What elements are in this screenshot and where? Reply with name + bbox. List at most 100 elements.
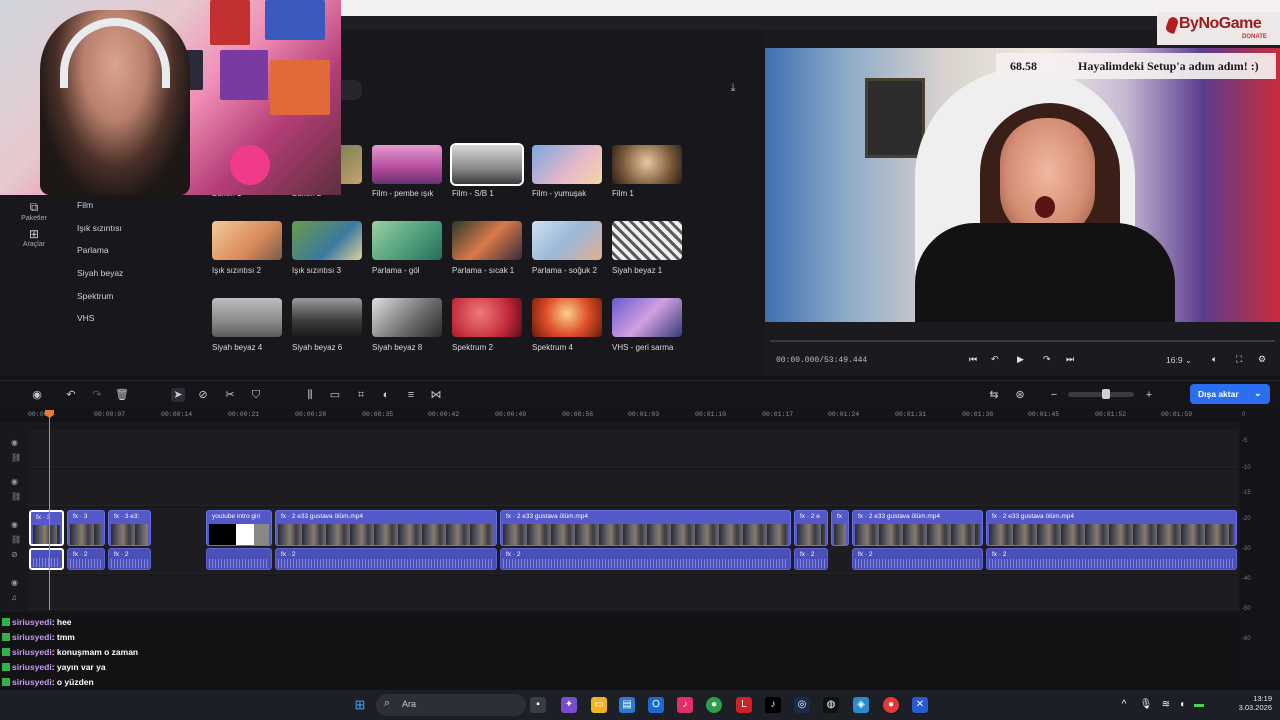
steam-icon[interactable]: ◎	[794, 697, 810, 713]
volume-icon[interactable]: 🔈︎	[1212, 354, 1217, 365]
filter-thumbnail[interactable]	[292, 221, 362, 260]
redo-icon[interactable]: ↷	[90, 388, 104, 402]
trim-tool-icon[interactable]: ⊘	[196, 388, 210, 402]
microphone-icon[interactable]: 🎙︎	[1138, 697, 1154, 713]
audio-clip[interactable]: fx · 2	[986, 548, 1237, 570]
tiktok-icon[interactable]: ♪	[765, 697, 781, 713]
video-clip[interactable]: fx · 2 e33 gustava ölüm.mp4	[275, 510, 497, 546]
filter-thumbnail[interactable]	[532, 145, 602, 184]
magnet-icon[interactable]: ⊛	[1013, 388, 1027, 402]
audio-clip[interactable]: fx · 2	[275, 548, 497, 570]
volume-icon[interactable]: ◖	[1174, 697, 1190, 713]
zoom-in-icon[interactable]: +	[1142, 388, 1156, 402]
chrome-icon[interactable]: ●	[706, 697, 722, 713]
eye-icon[interactable]: ◉	[11, 438, 18, 447]
wifi-icon[interactable]: ≋	[1158, 697, 1174, 713]
audio-clip[interactable]	[29, 548, 64, 570]
app-l-icon[interactable]: L	[736, 697, 752, 713]
github-icon[interactable]: ◍	[823, 697, 839, 713]
video-clip[interactable]: fx · 2 e33 gustava ölüm.mp4	[500, 510, 791, 546]
app-icon[interactable]: ◈	[853, 697, 869, 713]
filter-thumbnail[interactable]	[212, 298, 282, 337]
crop-icon[interactable]: ⌗	[354, 388, 368, 402]
filter-thumbnail[interactable]	[292, 298, 362, 337]
file-explorer-icon[interactable]: ▭	[591, 697, 607, 713]
audio-icon[interactable]: ♫	[11, 593, 17, 602]
filter-thumbnail[interactable]	[532, 298, 602, 337]
filter-thumbnail[interactable]	[532, 221, 602, 260]
outlook-icon[interactable]: O	[648, 697, 664, 713]
category-spectrum[interactable]: Spektrum	[77, 291, 113, 301]
filter-thumbnail[interactable]	[372, 145, 442, 184]
category-glow[interactable]: Parlama	[77, 245, 109, 255]
step-forward-icon[interactable]: ↷	[1043, 354, 1051, 365]
chevron-up-icon[interactable]: ^	[1116, 697, 1132, 713]
transition-icon[interactable]: ⋈	[429, 388, 443, 402]
zoom-slider[interactable]	[1068, 392, 1134, 397]
record-icon[interactable]: ◉	[30, 388, 44, 402]
audio-mix-icon[interactable]: ⇆	[987, 388, 1001, 402]
zoom-slider-handle[interactable]	[1102, 389, 1110, 399]
split-audio-icon[interactable]: ⫼	[303, 388, 317, 402]
video-clip[interactable]: fx · 2 e	[794, 510, 828, 546]
preview-scrub-bar[interactable]	[770, 340, 1275, 342]
taskbar-search[interactable]: ⌕ Ara	[376, 694, 526, 716]
category-vhs[interactable]: VHS	[77, 313, 94, 323]
mute-icon[interactable]: ⊘	[11, 550, 18, 559]
filter-thumbnail[interactable]	[612, 221, 682, 260]
audio-clip[interactable]	[206, 548, 272, 570]
windows-start-icon[interactable]: ⊞	[352, 697, 368, 713]
chevron-down-icon[interactable]: ⌄	[1254, 388, 1262, 399]
video-clip[interactable]: fx · 3	[29, 510, 64, 546]
step-back-icon[interactable]: ↶	[991, 354, 999, 365]
category-light-leak[interactable]: Işık sızıntısı	[77, 223, 122, 233]
skip-back-icon[interactable]: ⏮	[969, 354, 977, 365]
video-clip[interactable]: fx	[831, 510, 849, 546]
lock-icon[interactable]: ⛓	[11, 535, 21, 544]
delete-icon[interactable]: 🗑︎	[115, 388, 129, 402]
video-clip[interactable]: youtube intro giri	[206, 510, 272, 546]
caption-icon[interactable]: ▭	[328, 388, 342, 402]
filter-thumbnail[interactable]	[372, 298, 442, 337]
video-clip[interactable]: fx · 2 e33 gustava ölüm.mp4	[852, 510, 983, 546]
audio-clip[interactable]: fx · 2	[108, 548, 151, 570]
filter-thumbnail-selected[interactable]	[450, 143, 524, 186]
shield-icon[interactable]: ⛉	[249, 388, 263, 402]
audio-clip[interactable]: fx · 2	[500, 548, 791, 570]
skip-forward-icon[interactable]: ⏭	[1066, 354, 1074, 365]
adjust-icon[interactable]: ≡	[404, 388, 418, 402]
eye-icon[interactable]: ◉	[11, 477, 18, 486]
eye-icon[interactable]: ◉	[11, 520, 18, 529]
zoom-out-icon[interactable]: −	[1047, 388, 1061, 402]
task-view-icon[interactable]: ▪	[530, 697, 546, 713]
sidebar-item-araclar[interactable]: ⊞ Araçlar	[14, 227, 54, 248]
filter-thumbnail[interactable]	[452, 221, 522, 260]
sidebar-item-paketler[interactable]: ⧉ Paketler	[14, 200, 54, 222]
playhead[interactable]	[49, 410, 50, 610]
select-tool-icon[interactable]: ➤	[171, 388, 185, 402]
audio-clip[interactable]: fx · 2	[67, 548, 105, 570]
copilot-icon[interactable]: ✦	[561, 697, 577, 713]
video-clip[interactable]: fx · 3 e3:	[108, 510, 151, 546]
eye-icon[interactable]: ◉	[11, 578, 18, 587]
system-clock[interactable]: 13:19 3.03.2026	[1226, 694, 1272, 712]
filter-thumbnail[interactable]	[212, 221, 282, 260]
audio-clip[interactable]: fx · 2	[852, 548, 983, 570]
audio-clip[interactable]: fx · 2	[794, 548, 828, 570]
filter-thumbnail[interactable]	[612, 298, 682, 337]
clipchamp-icon[interactable]: ✕	[912, 697, 928, 713]
filter-thumbnail[interactable]	[372, 221, 442, 260]
link-icon[interactable]: ⛓	[11, 492, 21, 501]
download-icon[interactable]: ⤓	[726, 82, 740, 96]
store-icon[interactable]: ▤	[619, 697, 635, 713]
battery-icon[interactable]: ▬	[1191, 697, 1207, 713]
video-clip[interactable]: fx · 3	[67, 510, 105, 546]
link-icon[interactable]: ⛓	[11, 453, 21, 462]
category-film[interactable]: Film	[77, 200, 93, 210]
split-icon[interactable]: ✂	[223, 388, 237, 402]
filter-thumbnail[interactable]	[452, 298, 522, 337]
aspect-ratio-select[interactable]: 16:9 ⌄	[1166, 355, 1192, 366]
speed-icon[interactable]: ◐	[379, 388, 393, 402]
filter-thumbnail[interactable]	[612, 145, 682, 184]
settings-icon[interactable]: ⚙	[1258, 354, 1266, 365]
